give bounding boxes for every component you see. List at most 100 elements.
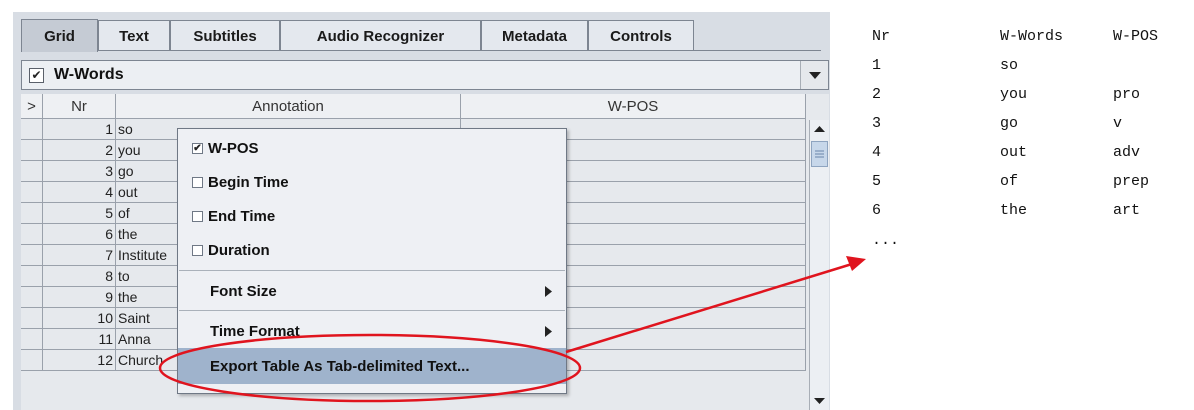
export-cell: out xyxy=(1000,144,1028,161)
nr-cell[interactable]: 11 xyxy=(43,329,116,350)
menu-item-begin-time[interactable]: Begin Time xyxy=(178,165,566,199)
nr-cell[interactable]: 2 xyxy=(43,140,116,161)
tab-grid[interactable]: Grid xyxy=(21,19,98,52)
export-header-row: Nr W-Words W-POS xyxy=(870,28,1190,52)
nr-cell[interactable]: 6 xyxy=(43,224,116,245)
row-marker-cell[interactable] xyxy=(21,287,43,308)
arrow-head-icon xyxy=(846,256,866,271)
nr-cell[interactable]: 5 xyxy=(43,203,116,224)
nr-cell[interactable]: 10 xyxy=(43,308,116,329)
tier-dropdown-button[interactable] xyxy=(800,61,828,89)
tier-checkbox[interactable]: ✔ xyxy=(29,68,44,83)
export-cell: adv xyxy=(1113,144,1141,161)
menu-item-label: Export Table As Tab-delimited Text... xyxy=(210,358,470,375)
menu-checkbox[interactable] xyxy=(192,245,203,256)
export-cell: prep xyxy=(1113,173,1150,190)
tab-metadata[interactable]: Metadata xyxy=(481,20,588,51)
menu-item-label: Time Format xyxy=(210,323,300,340)
menu-checkbox[interactable] xyxy=(192,211,203,222)
header-annotation[interactable]: Annotation xyxy=(116,94,461,119)
export-cell: 2 xyxy=(872,86,882,103)
export-cell: v xyxy=(1113,115,1123,132)
menu-checkbox[interactable]: ✔ xyxy=(192,143,203,154)
grip-icon xyxy=(815,150,824,158)
menu-item-end-time[interactable]: End Time xyxy=(178,199,566,233)
row-marker-cell[interactable] xyxy=(21,329,43,350)
export-cell: W-Words xyxy=(1000,28,1064,45)
header-wpos[interactable]: W-POS xyxy=(461,94,806,119)
menu-item-wpos[interactable]: ✔ W-POS xyxy=(178,131,566,165)
arrow-down-icon xyxy=(814,398,825,404)
header-marker[interactable]: > xyxy=(21,94,43,119)
export-cell: the xyxy=(1000,202,1028,219)
nr-cell[interactable]: 12 xyxy=(43,350,116,371)
export-cell: pro xyxy=(1113,86,1141,103)
tab-bar: Grid Text Subtitles Audio Recognizer Met… xyxy=(21,19,821,52)
export-row: 1 so xyxy=(870,57,1190,81)
export-ellipsis: ... xyxy=(870,232,1190,256)
tier-name: W-Words xyxy=(54,66,124,83)
export-cell: so xyxy=(1000,57,1019,74)
export-row: 3 go v xyxy=(870,115,1190,139)
row-marker-cell[interactable] xyxy=(21,203,43,224)
export-row: 4 out adv xyxy=(870,144,1190,168)
scroll-up-button[interactable] xyxy=(810,120,829,139)
submenu-arrow-icon xyxy=(545,326,552,337)
menu-separator xyxy=(179,310,565,311)
menu-separator xyxy=(179,270,565,271)
tab-audio-recognizer[interactable]: Audio Recognizer xyxy=(280,20,481,51)
export-cell: Nr xyxy=(872,28,891,45)
menu-item-label: W-POS xyxy=(208,140,259,157)
export-cell: you xyxy=(1000,86,1028,103)
tab-divider xyxy=(21,50,821,51)
export-cell: W-POS xyxy=(1113,28,1159,45)
row-marker-cell[interactable] xyxy=(21,119,43,140)
export-row: 2 you pro xyxy=(870,86,1190,110)
nr-cell[interactable]: 1 xyxy=(43,119,116,140)
tab-text[interactable]: Text xyxy=(98,20,170,51)
chevron-down-icon xyxy=(809,72,821,79)
tab-controls[interactable]: Controls xyxy=(588,20,694,51)
tier-selector[interactable]: ✔ W-Words xyxy=(21,60,829,90)
menu-item-export-table[interactable]: Export Table As Tab-delimited Text... xyxy=(178,348,566,384)
scroll-down-button[interactable] xyxy=(810,391,829,410)
row-marker-cell[interactable] xyxy=(21,245,43,266)
row-marker-cell[interactable] xyxy=(21,266,43,287)
menu-item-duration[interactable]: Duration xyxy=(178,233,566,267)
export-cell: 5 xyxy=(872,173,882,190)
export-cell: ... xyxy=(872,232,900,249)
export-cell: go xyxy=(1000,115,1019,132)
arrow-up-icon xyxy=(814,126,825,132)
nr-cell[interactable]: 3 xyxy=(43,161,116,182)
row-marker-cell[interactable] xyxy=(21,224,43,245)
submenu-arrow-icon xyxy=(545,286,552,297)
export-cell: of xyxy=(1000,173,1019,190)
header-nr[interactable]: Nr xyxy=(43,94,116,119)
nr-cell[interactable]: 4 xyxy=(43,182,116,203)
export-cell: 3 xyxy=(872,115,882,132)
export-row: 5 of prep xyxy=(870,173,1190,197)
menu-item-label: Font Size xyxy=(210,283,277,300)
row-marker-cell[interactable] xyxy=(21,308,43,329)
menu-checkbox[interactable] xyxy=(192,177,203,188)
menu-item-label: End Time xyxy=(208,208,276,225)
export-row: 6 the art xyxy=(870,202,1190,226)
row-marker-cell[interactable] xyxy=(21,350,43,371)
menu-item-label: Duration xyxy=(208,242,270,259)
export-cell: 1 xyxy=(872,57,882,74)
export-cell: 6 xyxy=(872,202,882,219)
menu-item-time-format[interactable]: Time Format xyxy=(178,314,566,348)
vertical-scrollbar[interactable] xyxy=(809,120,829,410)
tab-subtitles[interactable]: Subtitles xyxy=(170,20,280,51)
scroll-thumb[interactable] xyxy=(811,141,828,167)
row-marker-cell[interactable] xyxy=(21,161,43,182)
row-marker-cell[interactable] xyxy=(21,140,43,161)
nr-cell[interactable]: 9 xyxy=(43,287,116,308)
row-marker-cell[interactable] xyxy=(21,182,43,203)
menu-item-font-size[interactable]: Font Size xyxy=(178,274,566,308)
context-menu: ✔ W-POS Begin Time End Time Duration Fon… xyxy=(177,128,567,394)
export-cell: art xyxy=(1113,202,1141,219)
export-cell: 4 xyxy=(872,144,882,161)
nr-cell[interactable]: 8 xyxy=(43,266,116,287)
nr-cell[interactable]: 7 xyxy=(43,245,116,266)
